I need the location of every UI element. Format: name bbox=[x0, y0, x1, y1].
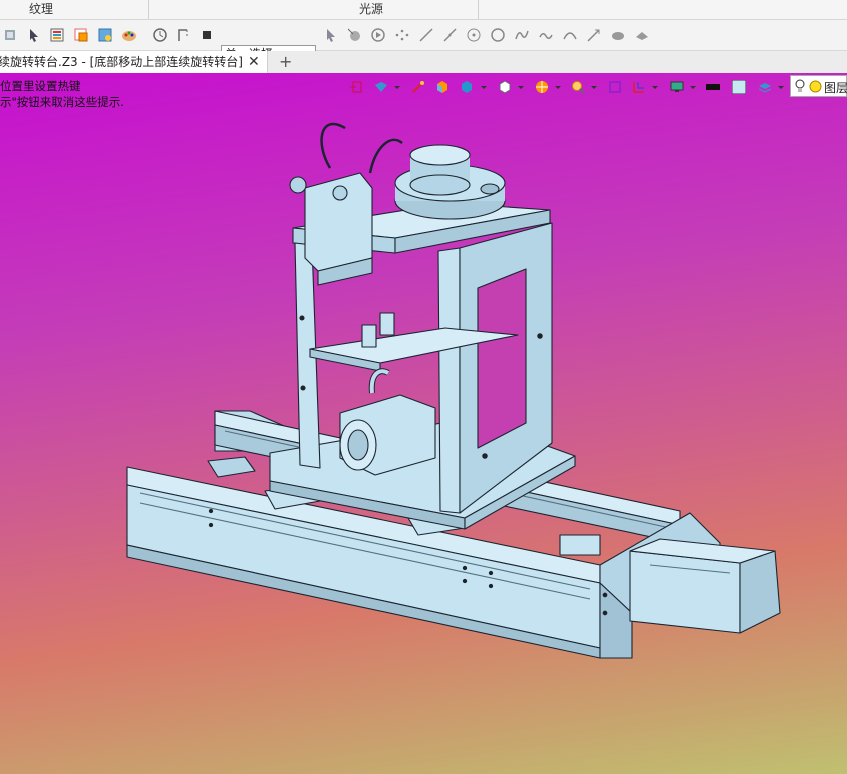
locate-icon[interactable] bbox=[346, 27, 362, 43]
circle-icon[interactable] bbox=[490, 27, 506, 43]
wave-icon[interactable] bbox=[538, 27, 554, 43]
ribbon-tab-texture[interactable]: 纹理 bbox=[16, 0, 66, 19]
stop-icon[interactable] bbox=[199, 27, 215, 43]
line-icon[interactable] bbox=[418, 27, 434, 43]
bearing-block bbox=[207, 456, 256, 478]
filter-icon[interactable] bbox=[2, 27, 18, 43]
pick-icon[interactable] bbox=[323, 27, 339, 43]
list-icon[interactable] bbox=[49, 27, 65, 43]
pin-icon[interactable] bbox=[175, 27, 191, 43]
main-toolbar: 单一选择 bbox=[0, 20, 847, 64]
points-icon[interactable] bbox=[394, 27, 410, 43]
hand-icon[interactable] bbox=[610, 27, 626, 43]
target-icon[interactable] bbox=[466, 27, 482, 43]
vector-icon[interactable] bbox=[586, 27, 602, 43]
ribbon-separator bbox=[148, 0, 149, 19]
select-icon[interactable] bbox=[26, 27, 42, 43]
document-tab-strip: 连续旋转转台.Z3 - [底部移动上部连续旋转转台] ✕ + bbox=[0, 51, 847, 74]
line2-icon[interactable] bbox=[442, 27, 458, 43]
palette-icon[interactable] bbox=[121, 27, 137, 43]
cad-model[interactable] bbox=[0, 73, 847, 774]
ribbon-tab-bar: 纹理 光源 bbox=[0, 0, 847, 20]
rotate-icon[interactable] bbox=[152, 27, 168, 43]
document-tab-title: 连续旋转转台.Z3 - [底部移动上部连续旋转转台] bbox=[0, 55, 243, 69]
document-tab[interactable]: 连续旋转转台.Z3 - [底部移动上部连续旋转转台] ✕ bbox=[0, 51, 268, 73]
curve-icon[interactable] bbox=[514, 27, 530, 43]
rotary-table bbox=[394, 144, 506, 220]
hat-icon[interactable] bbox=[634, 27, 650, 43]
cube-color-icon[interactable] bbox=[97, 27, 113, 43]
new-tab-button[interactable]: + bbox=[279, 51, 292, 72]
ribbon-tab-light[interactable]: 光源 bbox=[346, 0, 396, 19]
connector bbox=[361, 324, 377, 348]
ribbon-separator bbox=[478, 0, 479, 19]
connector bbox=[379, 312, 395, 336]
close-icon[interactable]: ✕ bbox=[248, 51, 260, 73]
arc-icon[interactable] bbox=[562, 27, 578, 43]
play-icon[interactable] bbox=[370, 27, 386, 43]
layer-icon[interactable] bbox=[73, 27, 89, 43]
servo-motor bbox=[339, 368, 436, 476]
